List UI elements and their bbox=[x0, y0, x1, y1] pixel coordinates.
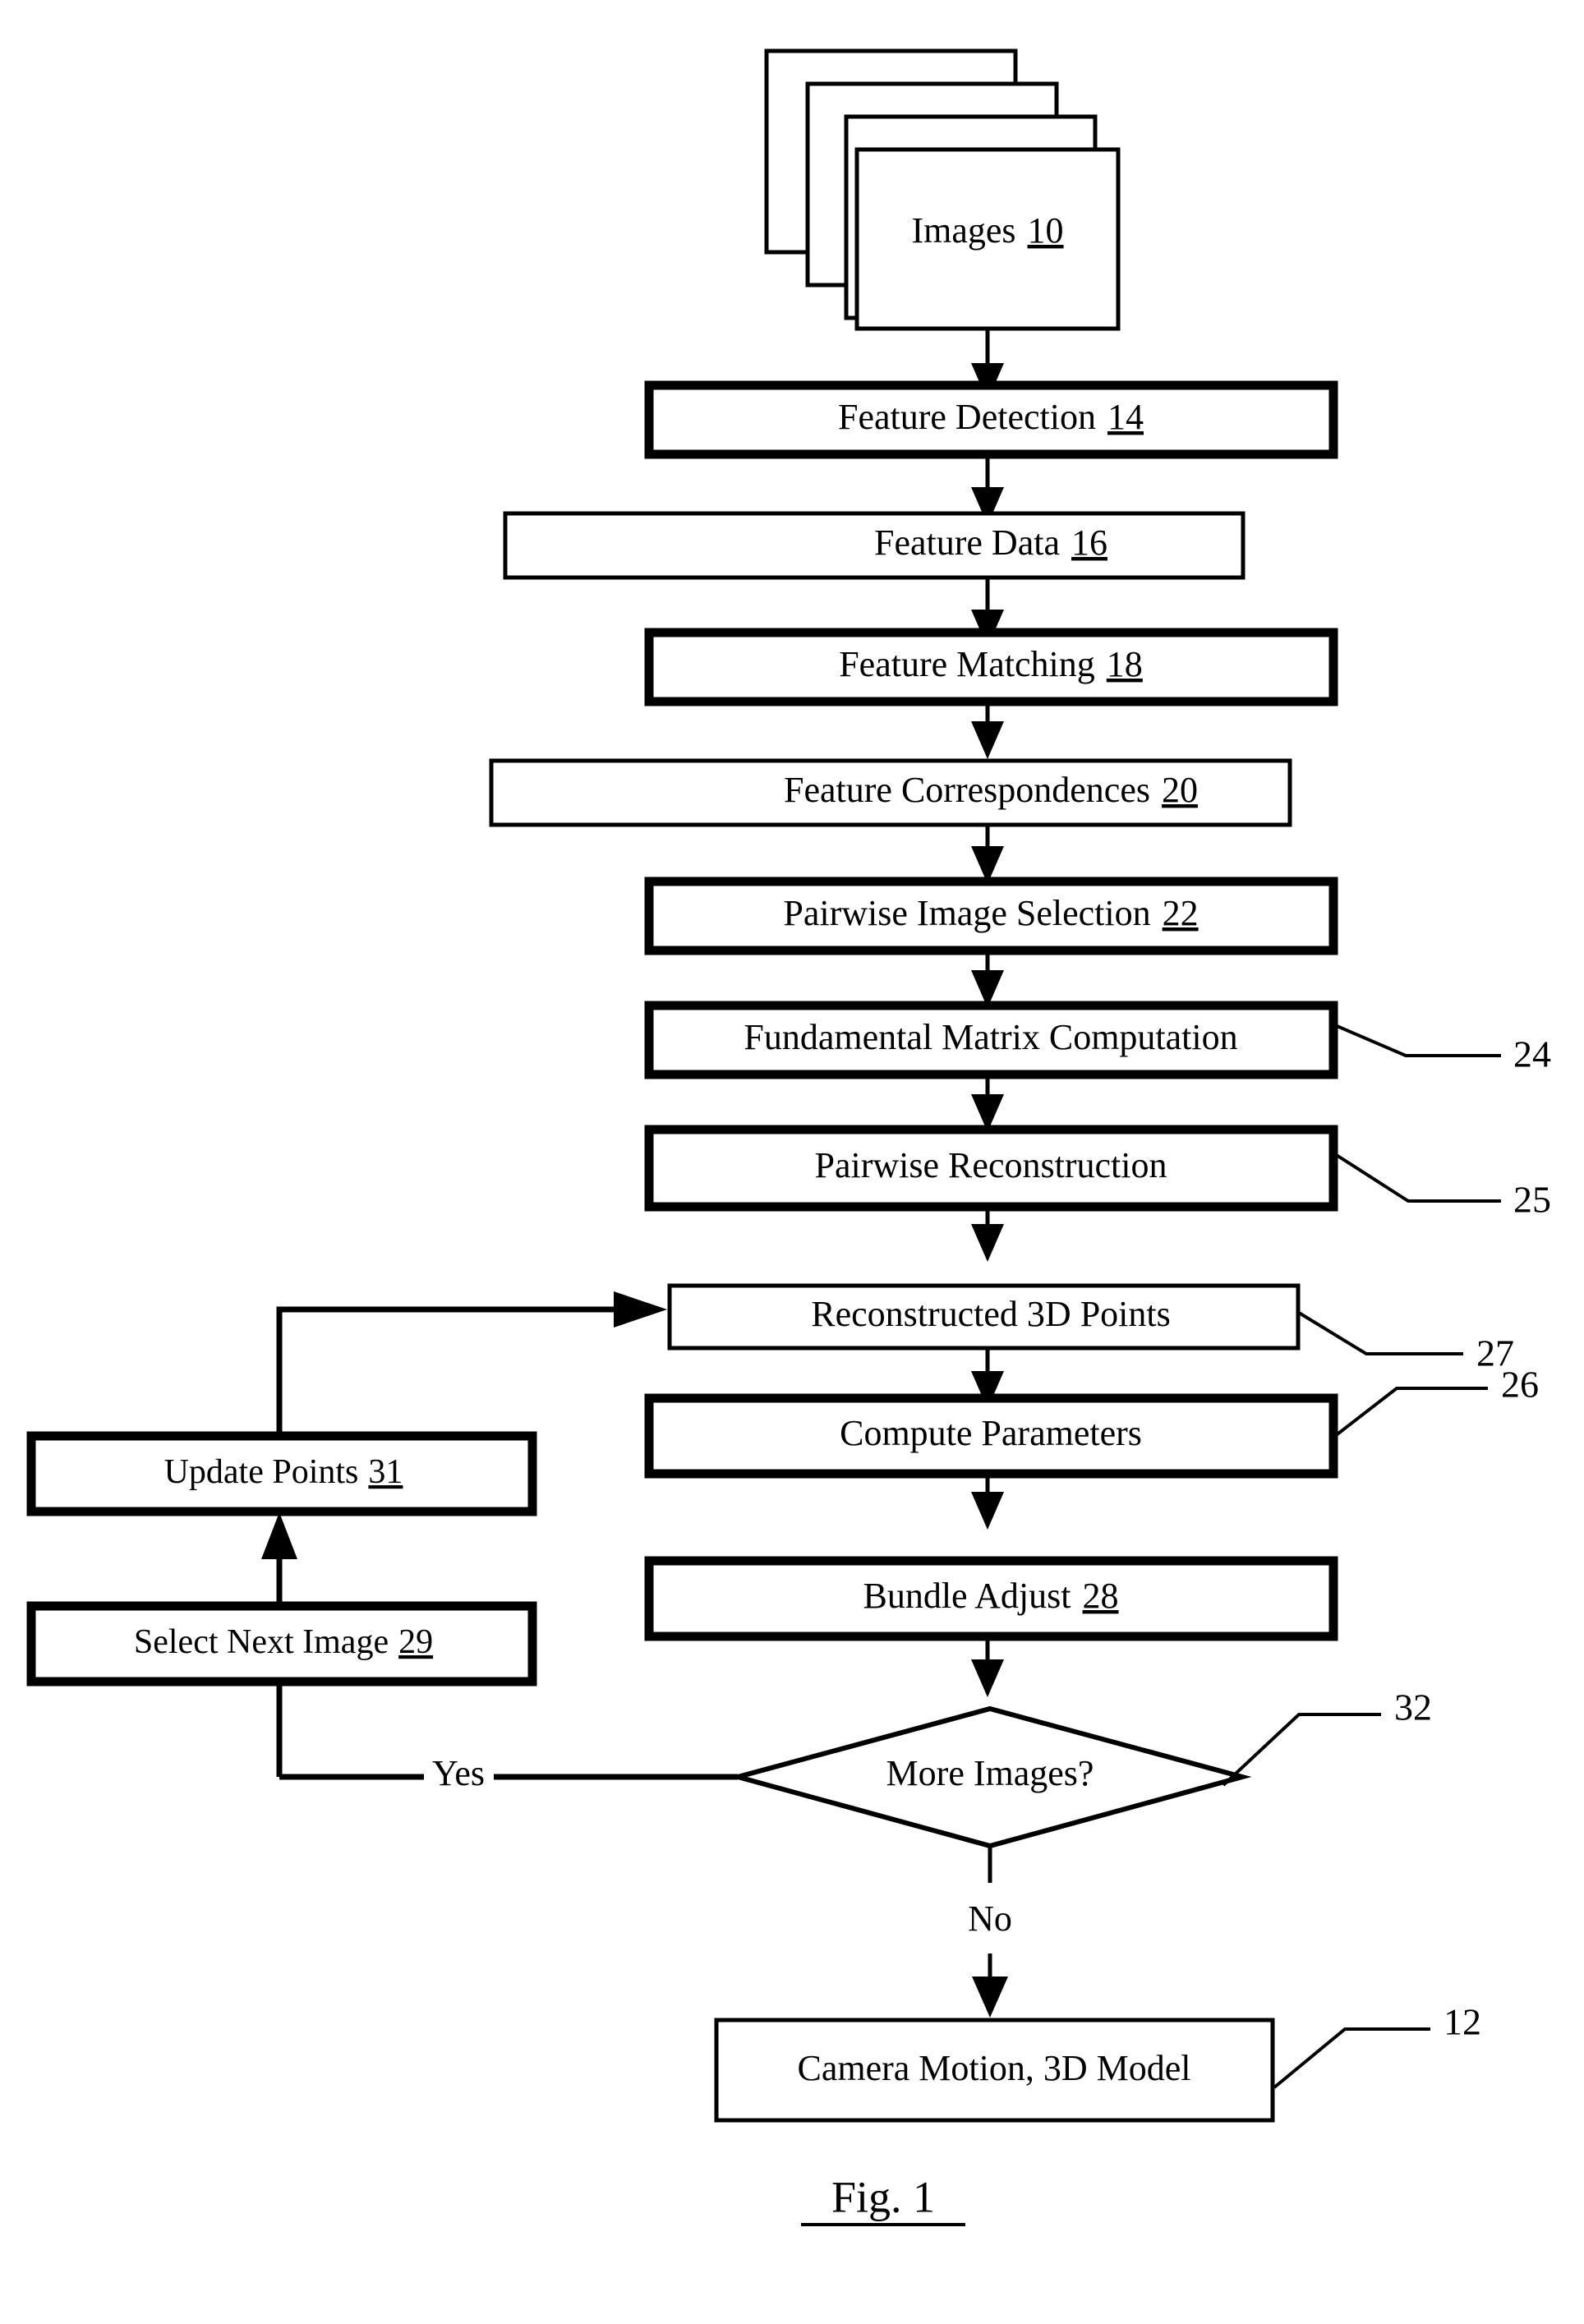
arrow-pairwise-reconstruction-to-3d-points bbox=[971, 1207, 1004, 1262]
arrow-pairwise-selection-to-fundamental-matrix bbox=[971, 950, 1004, 1008]
fundamental-matrix-label: Fundamental Matrix Computation bbox=[744, 1017, 1237, 1057]
node-feature-data[interactable]: Feature Data 16 bbox=[503, 511, 1246, 580]
figure-caption: Fig. 1 bbox=[801, 2172, 965, 2226]
node-pairwise-reconstruction[interactable]: Pairwise Reconstruction bbox=[644, 1125, 1338, 1212]
callout-26: 26 bbox=[1333, 1364, 1539, 1438]
figure-caption-text: Fig. 1 bbox=[831, 2172, 935, 2221]
arrow-fundamental-matrix-to-pairwise-reconstruction bbox=[971, 1075, 1004, 1132]
branch-no-label: No bbox=[968, 1898, 1012, 1939]
feature-data-label: Feature Data 16 bbox=[874, 522, 1107, 563]
flowchart-svg: Images 10 Feature Detection 14 Feature Dat… bbox=[26, 48, 1551, 2226]
reconstructed-3d-points-label: Reconstructed 3D Points bbox=[811, 1294, 1171, 1334]
arrow-compute-parameters-to-bundle-adjust bbox=[971, 1474, 1004, 1530]
feature-correspondences-label: Feature Correspondences 20 bbox=[784, 770, 1198, 810]
callout-32-label: 32 bbox=[1394, 1687, 1432, 1728]
select-next-image-label: Select Next Image 29 bbox=[134, 1623, 433, 1661]
images-label: Images 10 bbox=[911, 210, 1063, 251]
branch-yes-label: Yes bbox=[432, 1753, 485, 1793]
node-feature-detection[interactable]: Feature Detection 14 bbox=[644, 380, 1338, 459]
callout-12: 12 bbox=[1273, 2001, 1481, 2089]
callout-25-label: 25 bbox=[1513, 1179, 1551, 1221]
arrow-select-next-to-update-points bbox=[261, 1512, 297, 1606]
node-bundle-adjust[interactable]: Bundle Adjust 28 bbox=[644, 1556, 1338, 1641]
callout-24-label: 24 bbox=[1513, 1033, 1551, 1075]
node-images[interactable]: Images 10 bbox=[764, 48, 1121, 331]
node-camera-motion-3d-model[interactable]: Camera Motion, 3D Model bbox=[714, 2018, 1275, 2123]
pairwise-image-selection-label: Pairwise Image Selection 22 bbox=[783, 893, 1198, 933]
node-reconstructed-3d-points[interactable]: Reconstructed 3D Points bbox=[667, 1283, 1301, 1351]
more-images-label: More Images? bbox=[886, 1753, 1094, 1793]
arrow-correspondences-to-pairwise-selection bbox=[971, 825, 1004, 884]
arrow-bundle-adjust-to-decision bbox=[971, 1636, 1004, 1697]
figure-canvas: Images 10 Feature Detection 14 Feature Dat… bbox=[0, 0, 1584, 2324]
camera-motion-3d-model-label: Camera Motion, 3D Model bbox=[797, 2048, 1190, 2088]
callout-24: 24 bbox=[1334, 1024, 1551, 1075]
feedback-update-points-to-3d-points bbox=[276, 1291, 667, 1436]
callout-27: 27 bbox=[1297, 1311, 1514, 1374]
callout-12-label: 12 bbox=[1444, 2001, 1481, 2043]
node-more-images-decision[interactable]: More Images? bbox=[728, 1705, 1252, 1849]
callout-25: 25 bbox=[1333, 1153, 1551, 1221]
callout-32: 32 bbox=[1222, 1687, 1432, 1787]
callout-26-label: 26 bbox=[1501, 1364, 1539, 1406]
node-feature-correspondences[interactable]: Feature Correspondences 20 bbox=[489, 758, 1292, 827]
node-update-points[interactable]: Update Points 31 bbox=[26, 1431, 537, 1516]
pairwise-reconstruction-label: Pairwise Reconstruction bbox=[815, 1145, 1167, 1185]
arrow-feature-matching-to-correspondences bbox=[971, 702, 1004, 759]
branch-no-path: No bbox=[968, 1846, 1012, 2018]
node-compute-parameters[interactable]: Compute Parameters bbox=[644, 1393, 1338, 1479]
node-select-next-image[interactable]: Select Next Image 29 bbox=[26, 1601, 537, 1687]
node-fundamental-matrix-computation[interactable]: Fundamental Matrix Computation bbox=[644, 1001, 1338, 1079]
node-feature-matching[interactable]: Feature Matching 18 bbox=[644, 628, 1338, 706]
node-pairwise-image-selection[interactable]: Pairwise Image Selection 22 bbox=[644, 877, 1338, 955]
compute-parameters-label: Compute Parameters bbox=[840, 1413, 1142, 1453]
